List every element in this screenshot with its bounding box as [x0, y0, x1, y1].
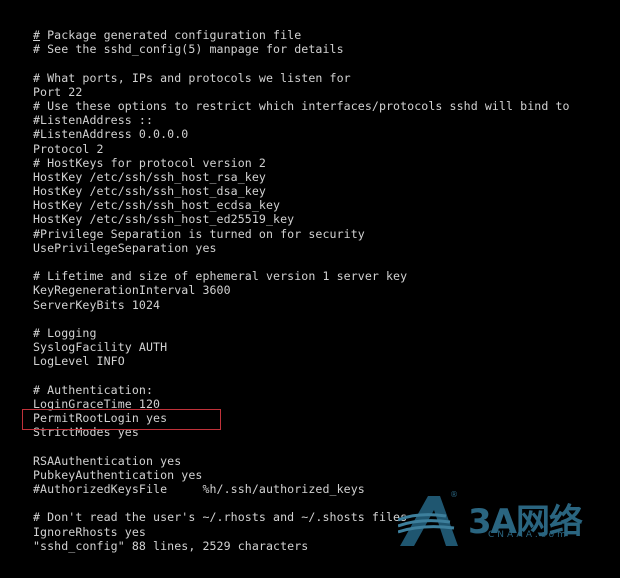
config-line: HostKey /etc/ssh/ssh_host_rsa_key	[33, 169, 266, 184]
config-line: # Use these options to restrict which in…	[33, 98, 570, 113]
config-line: #Privilege Separation is turned on for s…	[33, 226, 365, 241]
config-line: # Authentication:	[33, 382, 154, 397]
config-line	[33, 255, 570, 269]
config-line: # What ports, IPs and protocols we liste…	[33, 70, 351, 85]
config-line: # Logging	[33, 325, 97, 340]
config-line: PubkeyAuthentication yes	[33, 467, 203, 482]
config-line: #ListenAddress 0.0.0.0	[33, 127, 189, 142]
registered-mark: ®	[450, 490, 458, 499]
config-line: # See the sshd_config(5) manpage for det…	[33, 42, 344, 57]
config-line: # HostKeys for protocol version 2	[33, 155, 266, 170]
config-line: #ListenAddress ::	[33, 113, 154, 128]
config-line: RSAAuthentication yes	[33, 453, 182, 468]
config-line: ServerKeyBits 1024	[33, 297, 161, 312]
terminal-editor[interactable]: # Package generated configuration file # …	[33, 28, 570, 553]
config-line: HostKey /etc/ssh/ssh_host_ecdsa_key	[33, 198, 281, 213]
config-line: UsePrivilegeSeparation yes	[33, 240, 217, 255]
config-line: SyslogFacility AUTH	[33, 340, 168, 355]
watermark-logo: ® 3A网络 CNAAA.com	[397, 490, 620, 550]
config-line: HostKey /etc/ssh/ssh_host_ed25519_key	[33, 212, 295, 227]
config-line: # Package generated configuration file	[33, 28, 302, 42]
config-line: HostKey /etc/ssh/ssh_host_dsa_key	[33, 184, 266, 199]
config-line: KeyRegenerationInterval 3600	[33, 283, 231, 298]
config-line: # Lifetime and size of ephemeral version…	[33, 269, 408, 284]
brand-domain: CNAAA.com	[488, 530, 569, 540]
config-line: LogLevel INFO	[33, 354, 125, 369]
config-line	[33, 312, 570, 326]
highlight-box-permit-root-login	[22, 409, 221, 430]
config-line	[33, 439, 570, 453]
config-line	[33, 56, 570, 70]
text-cursor: #	[33, 28, 41, 42]
config-line	[33, 369, 570, 383]
config-line: Protocol 2	[33, 141, 104, 156]
config-line: Port 22	[33, 84, 83, 99]
